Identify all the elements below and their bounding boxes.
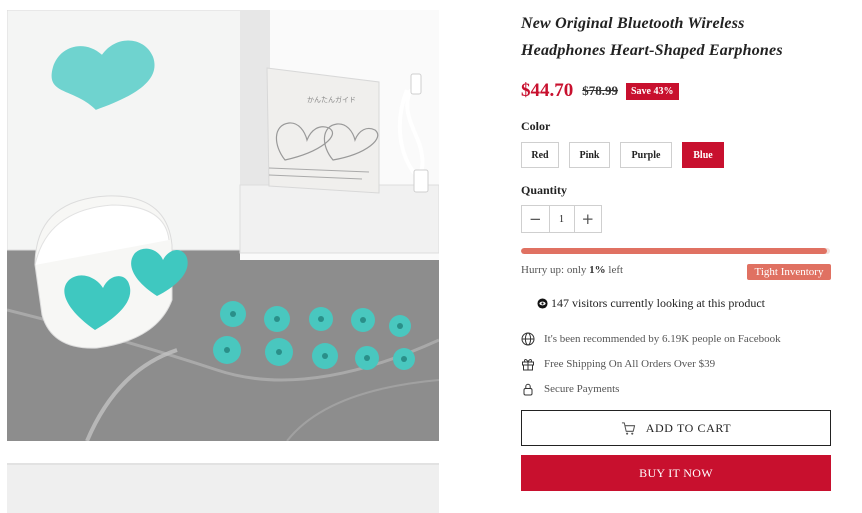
inventory-suffix: left xyxy=(605,264,624,276)
feature-text: Secure Payments xyxy=(544,382,620,395)
manual-caption: かんたんガイド xyxy=(307,95,356,104)
gift-icon xyxy=(522,358,534,370)
cart-icon xyxy=(621,421,635,435)
visitors-text: 147 visitors currently looking at this p… xyxy=(551,296,765,310)
add-to-cart-button[interactable]: ADD TO CART xyxy=(521,410,831,446)
feature-text: It's been recommended by 6.19K people on… xyxy=(544,332,781,345)
quantity-decrease-button[interactable]: − xyxy=(522,206,549,232)
inventory-message: Hurry up: only 1% left xyxy=(521,264,623,276)
save-badge: Save 43% xyxy=(626,82,679,100)
feature-text: Free Shipping On All Orders Over $39 xyxy=(544,357,716,370)
sale-price: $44.70 xyxy=(521,80,574,101)
lock-icon xyxy=(523,383,533,395)
color-option-purple[interactable]: Purple xyxy=(620,142,672,168)
stock-progress-bar xyxy=(521,248,830,254)
color-label: Color xyxy=(521,119,551,133)
tight-inventory-badge: Tight Inventory xyxy=(747,264,831,280)
color-option-red[interactable]: Red xyxy=(521,142,559,168)
feature-item-facebook: It's been recommended by 6.19K people on… xyxy=(521,326,781,351)
quantity-input[interactable] xyxy=(548,206,575,232)
price-row: $44.70 $78.99 Save 43% xyxy=(521,79,679,103)
thumbnail-photo xyxy=(7,463,439,513)
product-thumbnail-image[interactable] xyxy=(7,463,439,513)
color-option-pink[interactable]: Pink xyxy=(569,142,610,168)
feature-list: It's been recommended by 6.19K people on… xyxy=(521,326,781,401)
globe-icon xyxy=(521,332,535,345)
color-options: Red Pink Purple Blue xyxy=(521,142,724,168)
eye-icon xyxy=(537,298,548,309)
feature-item-payments: Secure Payments xyxy=(521,376,781,401)
inventory-prefix: Hurry up: only xyxy=(521,264,590,276)
buy-it-now-button[interactable]: BUY IT NOW xyxy=(521,455,831,491)
product-main-image[interactable]: かんたんガイド xyxy=(7,10,439,441)
product-title: New Original Bluetooth Wireless Headphon… xyxy=(521,15,783,59)
stock-progress-fill xyxy=(521,248,827,254)
feature-item-shipping: Free Shipping On All Orders Over $39 xyxy=(521,351,781,376)
quantity-label: Quantity xyxy=(521,183,568,197)
quantity-increase-button[interactable]: + xyxy=(575,206,602,232)
compare-price: $78.99 xyxy=(582,83,618,98)
visitors-notice: 147 visitors currently looking at this p… xyxy=(537,296,765,311)
quantity-stepper: − + xyxy=(521,205,602,233)
add-to-cart-label: ADD TO CART xyxy=(645,420,732,435)
inventory-count: 1% xyxy=(589,264,606,276)
color-option-blue[interactable]: Blue xyxy=(682,142,724,168)
product-photo: かんたんガイド xyxy=(7,10,439,441)
